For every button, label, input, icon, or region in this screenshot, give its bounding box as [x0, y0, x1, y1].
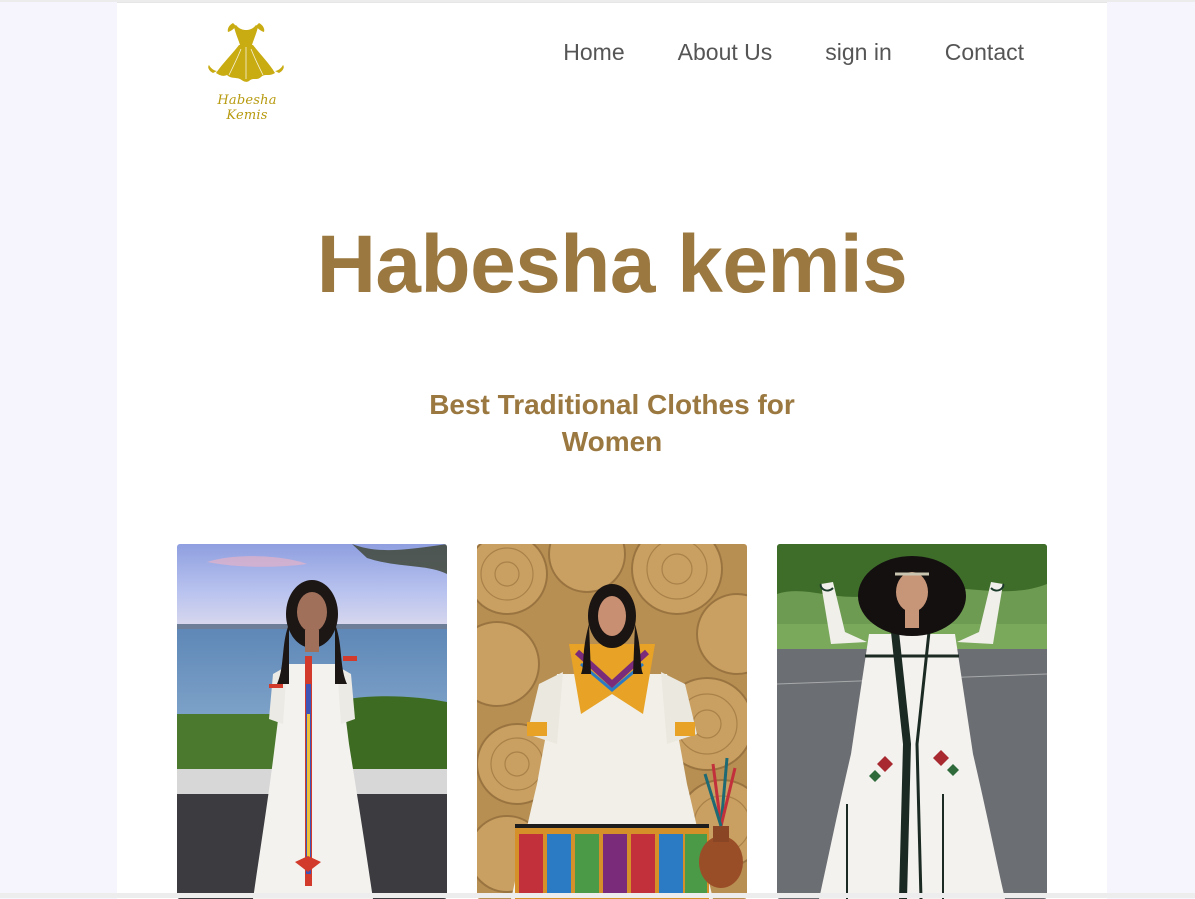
nav-contact-link[interactable]: Contact: [945, 37, 1024, 67]
bottom-divider: [0, 893, 1195, 898]
dress-logo-icon: [208, 23, 284, 82]
page-container: Habesha Kemis Home About Us sign in Cont…: [117, 2, 1107, 899]
gallery-photo-2[interactable]: [477, 544, 747, 899]
hero-title: Habesha kemis: [316, 219, 908, 310]
nav-sign-in-link[interactable]: sign in: [825, 37, 891, 67]
main-nav: Home About Us sign in Contact: [563, 37, 1024, 67]
product-gallery: [177, 544, 1047, 899]
photo-woman-woven-wall-icon: [477, 544, 747, 899]
nav-about-link[interactable]: About Us: [678, 37, 773, 67]
gallery-photo-3[interactable]: [777, 544, 1047, 899]
brand-logo[interactable]: Habesha Kemis: [197, 21, 297, 123]
photo-woman-road-icon: [777, 544, 1047, 899]
nav-home-link[interactable]: Home: [563, 37, 624, 67]
gallery-photo-1[interactable]: [177, 544, 447, 899]
photo-woman-lakeside-icon: [177, 544, 447, 899]
hero-subtitle: Best Traditional Clothes for Women: [429, 389, 795, 457]
logo-wordmark: Habesha Kemis: [217, 93, 277, 123]
